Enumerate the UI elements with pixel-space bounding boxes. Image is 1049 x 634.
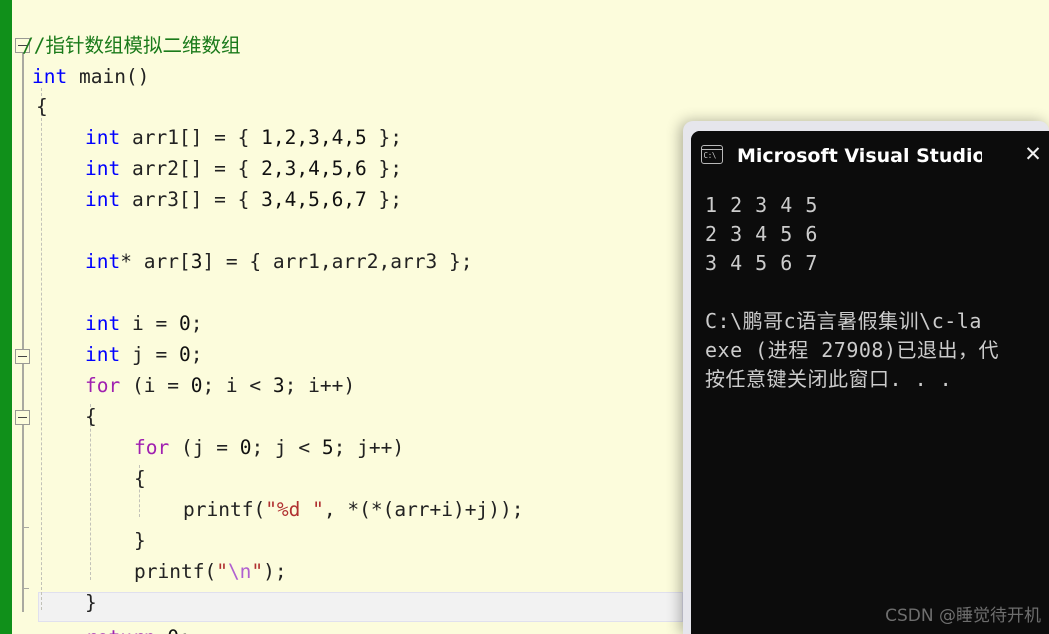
- code-text: printf(: [134, 559, 217, 583]
- code-keyword: int: [85, 249, 121, 273]
- code-number: 3: [190, 249, 203, 273]
- code-keyword: int: [85, 342, 121, 366]
- console-titlebar[interactable]: C:\ Microsoft Visual Studio 调试控 ✕: [691, 131, 1049, 177]
- code-keyword: int: [85, 187, 121, 211]
- code-text: ;: [190, 342, 203, 366]
- code-text: ] = { arr1,arr2,arr3 };: [202, 249, 473, 273]
- console-window-inner[interactable]: C:\ Microsoft Visual Studio 调试控 ✕ 1 2 3 …: [691, 131, 1049, 634]
- code-number: 0: [178, 311, 191, 335]
- code-line[interactable]: int main(): [0, 31, 149, 88]
- code-line[interactable]: int i = 0;: [0, 278, 202, 335]
- code-line[interactable]: for (i = 0; i < 3; i++): [0, 340, 355, 397]
- code-text: , *(*(arr+i)+j));: [323, 497, 524, 521]
- code-text: {: [85, 404, 97, 428]
- console-output-line: 按任意键关闭此窗口. . .: [705, 367, 953, 391]
- code-line[interactable]: {: [0, 61, 70, 118]
- code-text: printf(: [183, 497, 266, 521]
- code-line[interactable]: //指针数组模拟二维数组: [0, 0, 240, 57]
- console-output-line: 2 3 4 5 6: [705, 222, 818, 246]
- code-text: ; j++): [333, 435, 405, 459]
- console-window[interactable]: C:\ Microsoft Visual Studio 调试控 ✕ 1 2 3 …: [683, 121, 1049, 634]
- console-output-line: 3 4 5 6 7: [705, 251, 818, 275]
- code-text: main(): [67, 64, 150, 88]
- code-text: }: [134, 528, 146, 552]
- code-string: ": [251, 559, 264, 583]
- console-output[interactable]: 1 2 3 4 5 2 3 4 5 6 3 4 5 6 7 C:\鹏哥c语言暑假…: [691, 177, 1049, 634]
- code-line[interactable]: {: [0, 371, 97, 428]
- code-text: ;: [190, 311, 203, 335]
- code-string: ": [216, 559, 228, 583]
- code-line[interactable]: int arr2[] = { 2,3,4,5,6 };: [0, 123, 402, 180]
- code-text: {: [134, 466, 146, 490]
- code-text: arr3[] = {: [120, 187, 262, 211]
- code-text: j =: [120, 342, 179, 366]
- code-text: );: [263, 559, 287, 583]
- code-number: 2,3,4,5,6: [261, 156, 367, 180]
- code-text: ;: [179, 626, 191, 634]
- code-line-current[interactable]: return 0;: [0, 592, 191, 634]
- code-text: arr1[] = {: [120, 125, 262, 149]
- code-line[interactable]: printf("\n");: [0, 526, 287, 583]
- code-number: 1,2,3,4,5: [261, 125, 367, 149]
- code-string: "%d ": [265, 497, 324, 521]
- cmd-icon-label: C:\: [703, 150, 717, 160]
- code-line[interactable]: int j = 0;: [0, 309, 202, 366]
- close-icon[interactable]: ✕: [1017, 141, 1049, 167]
- code-text: (i =: [120, 373, 191, 397]
- code-keyword: return: [85, 626, 155, 634]
- code-text: };: [366, 187, 403, 211]
- code-line[interactable]: }: [0, 557, 97, 614]
- code-text: ; i <: [202, 373, 273, 397]
- cmd-icon: C:\: [701, 144, 723, 164]
- code-text: (j =: [169, 435, 240, 459]
- code-number: 3,4,5,6,7: [261, 187, 367, 211]
- code-number: 0: [190, 373, 203, 397]
- code-text: ; i++): [284, 373, 356, 397]
- code-line[interactable]: for (j = 0; j < 5; j++): [0, 402, 404, 459]
- code-keyword: for: [134, 435, 170, 459]
- code-text: * arr[: [120, 249, 191, 273]
- code-line[interactable]: {: [0, 433, 146, 490]
- code-text: }: [85, 590, 97, 614]
- code-text: ; j <: [251, 435, 322, 459]
- code-line[interactable]: printf("%d ", *(*(arr+i)+j));: [0, 464, 523, 521]
- code-line[interactable]: }: [0, 620, 70, 634]
- code-number: 0: [239, 435, 252, 459]
- console-title: Microsoft Visual Studio 调试控: [737, 144, 982, 167]
- code-line[interactable]: int arr3[] = { 3,4,5,6,7 };: [0, 154, 402, 211]
- console-output-line: exe (进程 27908)已退出，代: [705, 338, 999, 362]
- code-number: 0: [167, 626, 179, 634]
- watermark: CSDN @睡觉待开机: [885, 606, 1041, 626]
- code-line[interactable]: int arr1[] = { 1,2,3,4,5 };: [0, 92, 402, 149]
- code-text: i =: [120, 311, 179, 335]
- code-line[interactable]: }: [0, 495, 146, 552]
- code-keyword: for: [85, 373, 121, 397]
- console-output-line: C:\鹏哥c语言暑假集训\c-la: [705, 309, 982, 333]
- console-output-blank-line: [705, 278, 1049, 307]
- code-text: arr2[] = {: [120, 156, 262, 180]
- code-escape: \n: [227, 559, 252, 583]
- code-text: };: [366, 125, 403, 149]
- code-keyword: int: [85, 311, 121, 335]
- code-number: 5: [321, 435, 334, 459]
- console-output-line: 1 2 3 4 5: [705, 193, 818, 217]
- code-text: };: [366, 156, 403, 180]
- code-keyword: int: [85, 125, 121, 149]
- code-number: 3: [272, 373, 285, 397]
- code-keyword: int: [85, 156, 121, 180]
- code-number: 0: [178, 342, 191, 366]
- code-line[interactable]: int* arr[3] = { arr1,arr2,arr3 };: [0, 216, 472, 273]
